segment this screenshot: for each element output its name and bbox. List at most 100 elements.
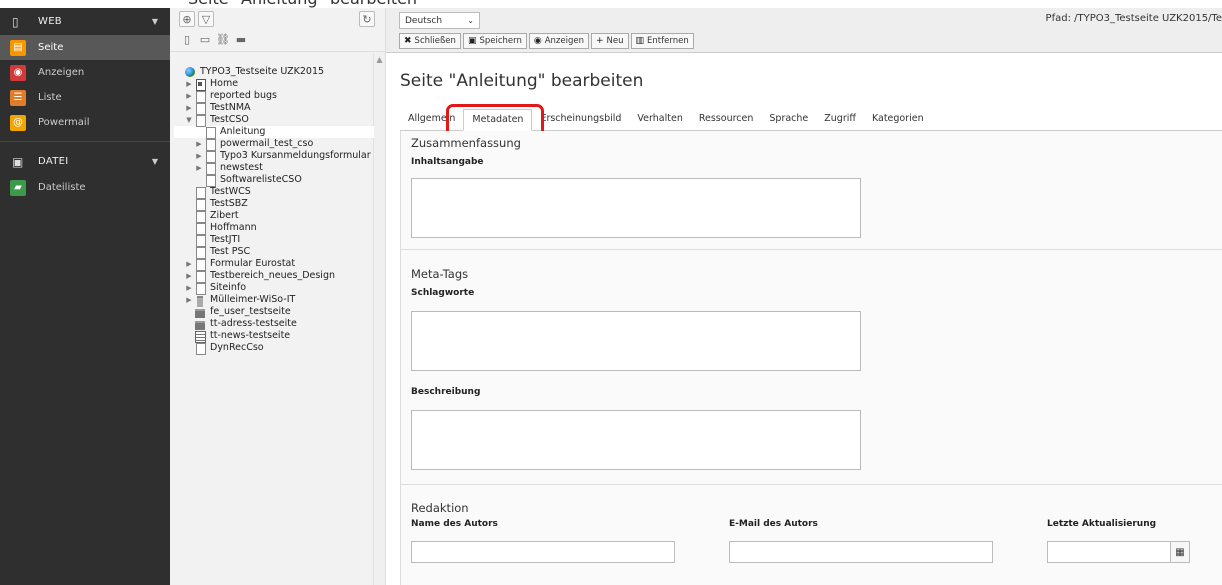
page-doc-icon[interactable]: ▯ bbox=[179, 31, 195, 47]
author-email-input[interactable] bbox=[729, 541, 993, 563]
page-icon bbox=[194, 342, 206, 355]
tree-node[interactable]: Test PSC bbox=[174, 246, 372, 259]
tree-node[interactable]: ▶ Home bbox=[174, 78, 372, 91]
keywords-label: Schlagworte bbox=[411, 288, 475, 298]
tree-node[interactable]: Zibert bbox=[174, 210, 372, 223]
tree-node-label: newstest bbox=[220, 162, 263, 173]
scroll-up-icon[interactable]: ▲ bbox=[374, 55, 385, 64]
schließen-button[interactable]: ✖ Schließen bbox=[399, 33, 461, 49]
typo3-backend: Seite "Anleitung" bearbeiten ▯ WEB ▼ ▤ Seite… bbox=[0, 0, 1222, 585]
speichern-button[interactable]: ▣ Speichern bbox=[462, 33, 527, 49]
image-icon: ▣ bbox=[12, 154, 24, 169]
tree-scrollbar[interactable]: ▲ bbox=[373, 53, 385, 585]
tree-node[interactable]: Anleitung bbox=[174, 126, 374, 139]
tree-node-label: SoftwarelisteCSO bbox=[220, 174, 302, 185]
tree-node-label: Hoffmann bbox=[210, 222, 257, 233]
expand-toggle-icon[interactable]: ▶ bbox=[194, 162, 204, 174]
expand-toggle-icon[interactable]: ▶ bbox=[194, 150, 204, 162]
tree-node-label: Mülleimer-WiSo-IT bbox=[210, 294, 296, 305]
menu-item-1[interactable]: ◉ Anzeigen bbox=[0, 60, 170, 85]
expand-toggle-icon[interactable]: ▶ bbox=[184, 78, 194, 90]
tree-node-label: Testbereich_neues_Design bbox=[210, 270, 335, 281]
menu-item-0[interactable]: ▤ Seite bbox=[0, 35, 170, 60]
page-shortcut-icon[interactable]: ▭ bbox=[197, 31, 213, 47]
language-select[interactable]: Deutsch ⌄ bbox=[399, 12, 480, 29]
editor-content: Seite "Anleitung" bearbeiten Allgemein Me… bbox=[386, 54, 1222, 585]
expand-toggle-icon[interactable]: ▶ bbox=[184, 270, 194, 282]
expand-toggle-icon[interactable]: ▶ bbox=[184, 294, 194, 306]
filter-icon[interactable]: ▽ bbox=[198, 11, 214, 27]
tree-node[interactable]: ▶ Typo3 Kursanmeldungsformular bbox=[174, 150, 372, 163]
tree-node[interactable]: TestWCS bbox=[174, 186, 372, 199]
page-icon bbox=[194, 186, 206, 199]
expand-toggle-icon[interactable]: ▶ bbox=[184, 282, 194, 294]
calendar-icon[interactable]: ▦ bbox=[1170, 541, 1190, 563]
link-icon[interactable]: ⛓ bbox=[215, 31, 231, 47]
menu-group-label: DATEI bbox=[38, 156, 69, 167]
page-icon bbox=[194, 198, 206, 211]
expand-toggle-icon[interactable]: ▼ bbox=[184, 114, 194, 126]
folder-icon[interactable]: ▬ bbox=[233, 31, 249, 47]
menu-group-1[interactable]: ▣ DATEI ▼ bbox=[0, 148, 170, 175]
tree-node[interactable]: TYPO3_Testseite UZK2015 bbox=[174, 66, 372, 78]
button-label: Anzeigen bbox=[544, 36, 584, 46]
anzeigen-button[interactable]: ◉ Anzeigen bbox=[528, 33, 589, 49]
last-updated-input[interactable] bbox=[1047, 541, 1171, 563]
tree-node[interactable]: ▶ TestNMA bbox=[174, 102, 372, 115]
globe-icon bbox=[184, 66, 196, 78]
tree-node[interactable]: tt-news-testseite bbox=[174, 330, 372, 343]
tree-node[interactable]: TestSBZ bbox=[174, 198, 372, 211]
tree-node[interactable]: ▶ Siteinfo bbox=[174, 282, 372, 295]
menu-item-3[interactable]: @ Powermail bbox=[0, 110, 170, 135]
menu-item-2[interactable]: ☰ Liste bbox=[0, 85, 170, 110]
tree-node[interactable]: fe_user_testseite bbox=[174, 306, 372, 318]
description-textarea[interactable] bbox=[411, 410, 861, 470]
tree-node[interactable]: ▶ reported bugs bbox=[174, 90, 372, 103]
menu-item-0[interactable]: ▰ Dateiliste bbox=[0, 175, 170, 200]
tree-node[interactable]: ▶ newstest bbox=[174, 162, 372, 175]
tab-erscheinungsbild[interactable]: Erscheinungsbild bbox=[532, 109, 629, 130]
tree-node[interactable]: ▶ Testbereich_neues_Design bbox=[174, 270, 372, 283]
page-icon bbox=[204, 162, 216, 175]
tree-node[interactable]: ▼ TestCSO bbox=[174, 114, 372, 127]
menu-group-0[interactable]: ▯ WEB ▼ bbox=[0, 8, 170, 35]
tab-sprache[interactable]: Sprache bbox=[761, 109, 816, 130]
tree-node-label: TestCSO bbox=[210, 114, 249, 125]
expand-toggle-icon[interactable]: ▶ bbox=[184, 90, 194, 102]
tree-node[interactable]: ▶ powermail_test_cso bbox=[174, 138, 372, 151]
form-area: Zusammenfassung Inhaltsangabe Meta-Tags … bbox=[400, 131, 1222, 585]
expand-toggle-icon[interactable]: ▶ bbox=[194, 138, 204, 150]
author-name-input[interactable] bbox=[411, 541, 675, 563]
tree-node[interactable]: tt-adress-testseite bbox=[174, 318, 372, 330]
tree-node[interactable]: TestJTI bbox=[174, 234, 372, 247]
menu-group-label: WEB bbox=[38, 16, 62, 27]
abstract-textarea[interactable] bbox=[411, 178, 861, 238]
button-label: Neu bbox=[606, 36, 624, 46]
new-page-icon[interactable]: ⊕ bbox=[179, 11, 195, 27]
tab-allgemein[interactable]: Allgemein bbox=[400, 109, 463, 130]
expand-toggle-icon[interactable]: ▶ bbox=[184, 258, 194, 270]
tree-node[interactable]: DynRecCso bbox=[174, 342, 372, 355]
keywords-textarea[interactable] bbox=[411, 311, 861, 371]
trash-icon bbox=[194, 295, 206, 307]
entfernen-button[interactable]: ▥ Entfernen bbox=[630, 33, 694, 49]
expand-toggle-icon[interactable]: ▶ bbox=[184, 102, 194, 114]
tab-metadaten[interactable]: Metadaten bbox=[463, 109, 533, 131]
tree-node[interactable]: ▶ Formular Eurostat bbox=[174, 258, 372, 271]
tree-node[interactable]: SoftwarelisteCSO bbox=[174, 174, 372, 187]
section-title: Redaktion bbox=[411, 501, 469, 515]
button-label: Speichern bbox=[479, 36, 522, 46]
tree-node[interactable]: ▶ Mülleimer-WiSo-IT bbox=[174, 294, 372, 307]
refresh-icon[interactable]: ↻ bbox=[359, 11, 375, 27]
list-icon bbox=[194, 330, 206, 343]
view-icon: ◉ bbox=[533, 36, 542, 46]
neu-button[interactable]: + Neu bbox=[591, 33, 629, 49]
tab-verhalten[interactable]: Verhalten bbox=[629, 109, 690, 130]
tab-kategorien[interactable]: Kategorien bbox=[864, 109, 932, 130]
tab-zugriff[interactable]: Zugriff bbox=[816, 109, 864, 130]
tree-node-label: Formular Eurostat bbox=[210, 258, 296, 269]
tab-ressourcen[interactable]: Ressourcen bbox=[691, 109, 762, 130]
page-icon bbox=[194, 282, 206, 295]
tree-node-label: TestJTI bbox=[210, 234, 241, 245]
tree-node[interactable]: Hoffmann bbox=[174, 222, 372, 235]
